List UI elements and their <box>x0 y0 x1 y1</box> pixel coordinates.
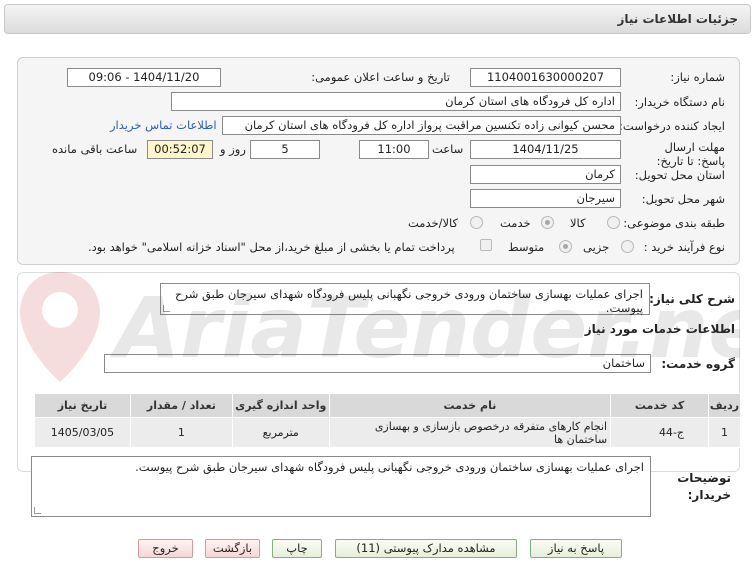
city-field: سیرجان <box>470 189 621 208</box>
col-row-number: ردیف <box>708 393 741 418</box>
buyer-org-field: اداره کل فرودگاه های استان کرمان <box>171 92 621 111</box>
category-goods-radio[interactable] <box>607 216 620 229</box>
buyer-notes-label: توضیحات خریدار: <box>677 471 731 502</box>
process-minor-label: جزیی <box>583 240 610 254</box>
col-unit: واحد اندازه گیری <box>231 393 330 418</box>
page-title: جزئیات اطلاعات نیاز <box>617 12 738 26</box>
cell-service-code: ج-44 <box>610 417 710 448</box>
category-goods-service-radio[interactable] <box>470 216 483 229</box>
treasury-payment-checkbox[interactable] <box>480 239 492 251</box>
back-button[interactable]: بازگشت <box>205 539 260 558</box>
process-type-label: نوع فرآیند خرید : <box>643 240 725 254</box>
view-attachments-button[interactable]: مشاهده مدارک پیوستی (11) <box>335 539 517 558</box>
deadline-hour-field: 11:00 <box>359 140 429 159</box>
province-field: کرمان <box>470 165 621 184</box>
need-number-field: 1104001630000207 <box>470 68 621 87</box>
time-remaining-field: 00:52:07 <box>147 140 213 159</box>
reply-to-need-button[interactable]: پاسخ به نیاز <box>530 539 622 558</box>
cell-service-name: انجام کارهای متفرقه درخصوص بازسازی و بهس… <box>328 417 612 448</box>
process-medium-label: متوسط <box>508 240 545 254</box>
cell-row-number: 1 <box>708 417 741 448</box>
cell-unit: مترمربع <box>231 417 330 448</box>
process-minor-radio[interactable] <box>621 240 634 253</box>
col-service-name: نام خدمت <box>328 393 612 418</box>
city-label: شهر محل تحویل: <box>641 192 725 206</box>
days-remaining-field: 5 <box>250 140 320 159</box>
buyer-notes-textarea[interactable]: اجرای عملیات بهسازی ساختمان ورودی خروجی … <box>31 456 651 517</box>
resize-handle-icon[interactable] <box>34 507 41 514</box>
page-header: جزئیات اطلاعات نیاز <box>4 4 751 34</box>
buyer-notes-text: اجرای عملیات بهسازی ساختمان ورودی خروجی … <box>135 460 644 474</box>
description-textarea[interactable]: اجرای عملیات بهسازی ساختمان ورودی خروجی … <box>160 283 650 315</box>
services-table: ردیف کد خدمت نام خدمت واحد اندازه گیری ت… <box>34 393 741 448</box>
deadline-label: مهلت ارسال پاسخ: تا تاریخ: <box>656 140 725 168</box>
print-button[interactable]: چاپ <box>272 539 322 558</box>
services-table-header: ردیف کد خدمت نام خدمت واحد اندازه گیری ت… <box>34 393 741 418</box>
announce-date-label: تاریخ و ساعت اعلان عمومی: <box>311 70 450 84</box>
cell-need-date: 1405/03/05 <box>34 417 131 448</box>
description-label: شرح کلی نیاز: <box>649 292 735 306</box>
resize-handle-icon[interactable] <box>163 305 170 312</box>
need-number-label: شماره نیاز: <box>670 70 725 84</box>
category-goods-service-label: کالا/خدمت <box>408 216 459 230</box>
col-quantity: تعداد / مقدار <box>129 393 233 418</box>
deadline-hour-label: ساعت <box>432 142 464 156</box>
deadline-date-field: 1404/11/25 <box>470 140 621 159</box>
requester-field: محسن کیوانی زاده تکنسین مراقبت پرواز ادا… <box>222 116 621 135</box>
services-section-title: اطلاعات خدمات مورد نیاز <box>584 322 735 336</box>
exit-button[interactable]: خروج <box>138 539 193 558</box>
service-group-field: ساختمان <box>104 354 651 373</box>
col-service-code: کد خدمت <box>610 393 710 418</box>
description-text: اجرای عملیات بهسازی ساختمان ورودی خروجی … <box>174 287 643 315</box>
announce-date-field: 1404/11/20 - 09:06 <box>67 68 221 87</box>
province-label: استان محل تحویل: <box>634 168 725 182</box>
col-need-date: تاریخ نیاز <box>34 393 131 418</box>
days-label: روز و <box>220 142 246 156</box>
cell-quantity: 1 <box>129 417 233 448</box>
category-label: طبقه بندی موضوعی: <box>623 216 725 230</box>
buyer-org-label: نام دستگاه خریدار: <box>634 95 725 109</box>
time-remaining-label: ساعت باقی مانده <box>52 142 138 156</box>
treasury-payment-note: پرداخت تمام یا بخشی از مبلغ خرید،از محل … <box>88 240 455 254</box>
need-info-panel <box>17 57 740 265</box>
process-medium-radio[interactable] <box>559 240 572 253</box>
table-row: 1 ج-44 انجام کارهای متفرقه درخصوص بازساز… <box>34 417 741 448</box>
buyer-contact-link[interactable]: اطلاعات تماس خریدار <box>110 118 217 132</box>
category-goods-label: کالا <box>570 216 586 230</box>
requester-label: ایجاد کننده درخواست: <box>619 119 725 133</box>
category-service-label: خدمت <box>500 216 531 230</box>
service-group-label: گروه خدمت: <box>661 357 735 371</box>
category-service-radio[interactable] <box>541 216 554 229</box>
